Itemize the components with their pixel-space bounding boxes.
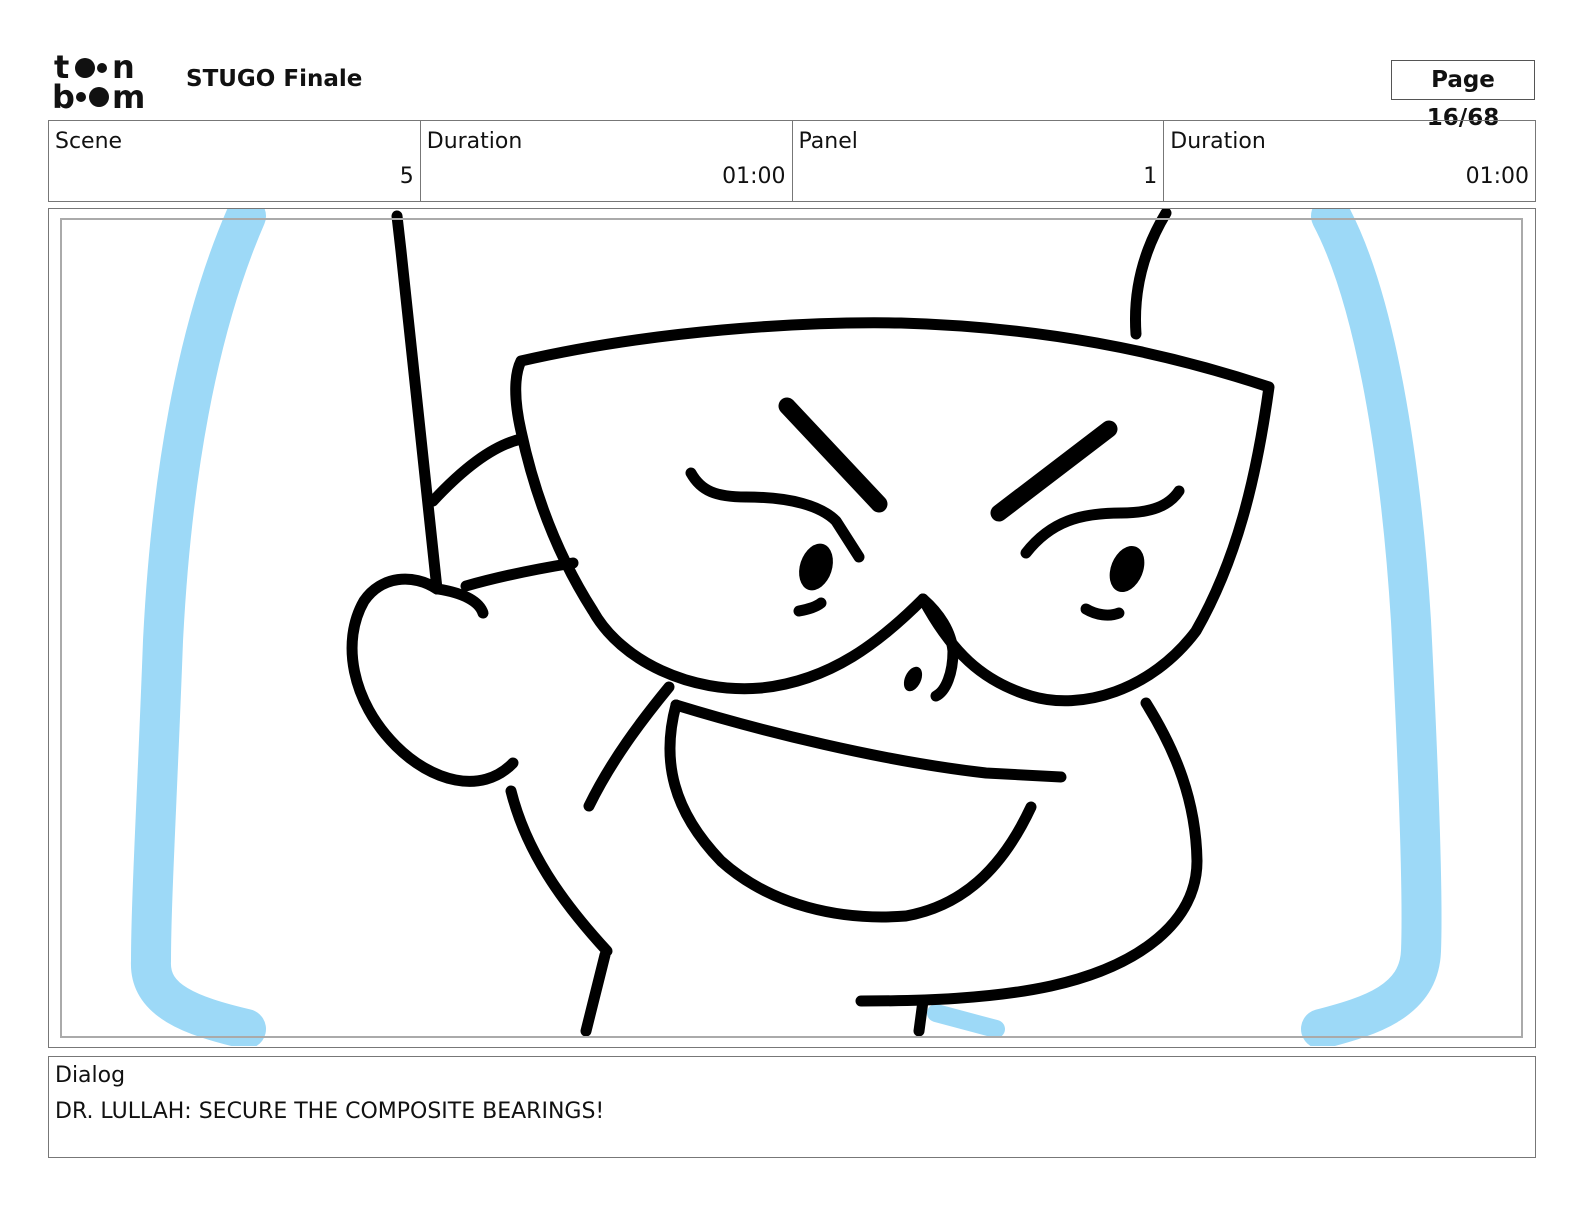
scene-info-table: Scene 5 Duration 01:00 Panel 1 Duration … bbox=[48, 120, 1536, 202]
panel-value: 1 bbox=[1143, 164, 1158, 189]
svg-text:b: b bbox=[52, 78, 75, 112]
page-indicator: Page 16/68 bbox=[1391, 60, 1535, 131]
toon-boom-logo: t n b m bbox=[52, 48, 164, 116]
scene-duration-label: Duration bbox=[426, 129, 523, 154]
svg-text:m: m bbox=[112, 78, 145, 112]
scene-cell: Scene 5 bbox=[49, 121, 421, 201]
panel-label: Panel bbox=[798, 129, 858, 154]
panel-duration-cell: Duration 01:00 bbox=[1164, 121, 1535, 201]
scene-duration-value: 01:00 bbox=[722, 164, 786, 189]
panel-duration-value: 01:00 bbox=[1465, 164, 1529, 189]
panel-drawing bbox=[131, 209, 1442, 1046]
dialog-text: DR. LULLAH: SECURE THE COMPOSITE BEARING… bbox=[55, 1099, 605, 1124]
blue-guide-lines bbox=[131, 209, 1442, 1046]
scene-label: Scene bbox=[55, 129, 123, 154]
project-title: STUGO Finale bbox=[186, 66, 363, 92]
character-drawing bbox=[346, 209, 1275, 1037]
storyboard-panel bbox=[48, 208, 1536, 1048]
panel-duration-label: Duration bbox=[1170, 129, 1266, 154]
panel-cell: Panel 1 bbox=[793, 121, 1165, 201]
scene-value: 5 bbox=[399, 164, 414, 189]
scene-duration-cell: Duration 01:00 bbox=[421, 121, 793, 201]
dialog-label: Dialog bbox=[55, 1063, 126, 1088]
logo-mark-icon: t n b m bbox=[52, 48, 145, 116]
dialog-box: Dialog DR. LULLAH: SECURE THE COMPOSITE … bbox=[48, 1056, 1536, 1158]
